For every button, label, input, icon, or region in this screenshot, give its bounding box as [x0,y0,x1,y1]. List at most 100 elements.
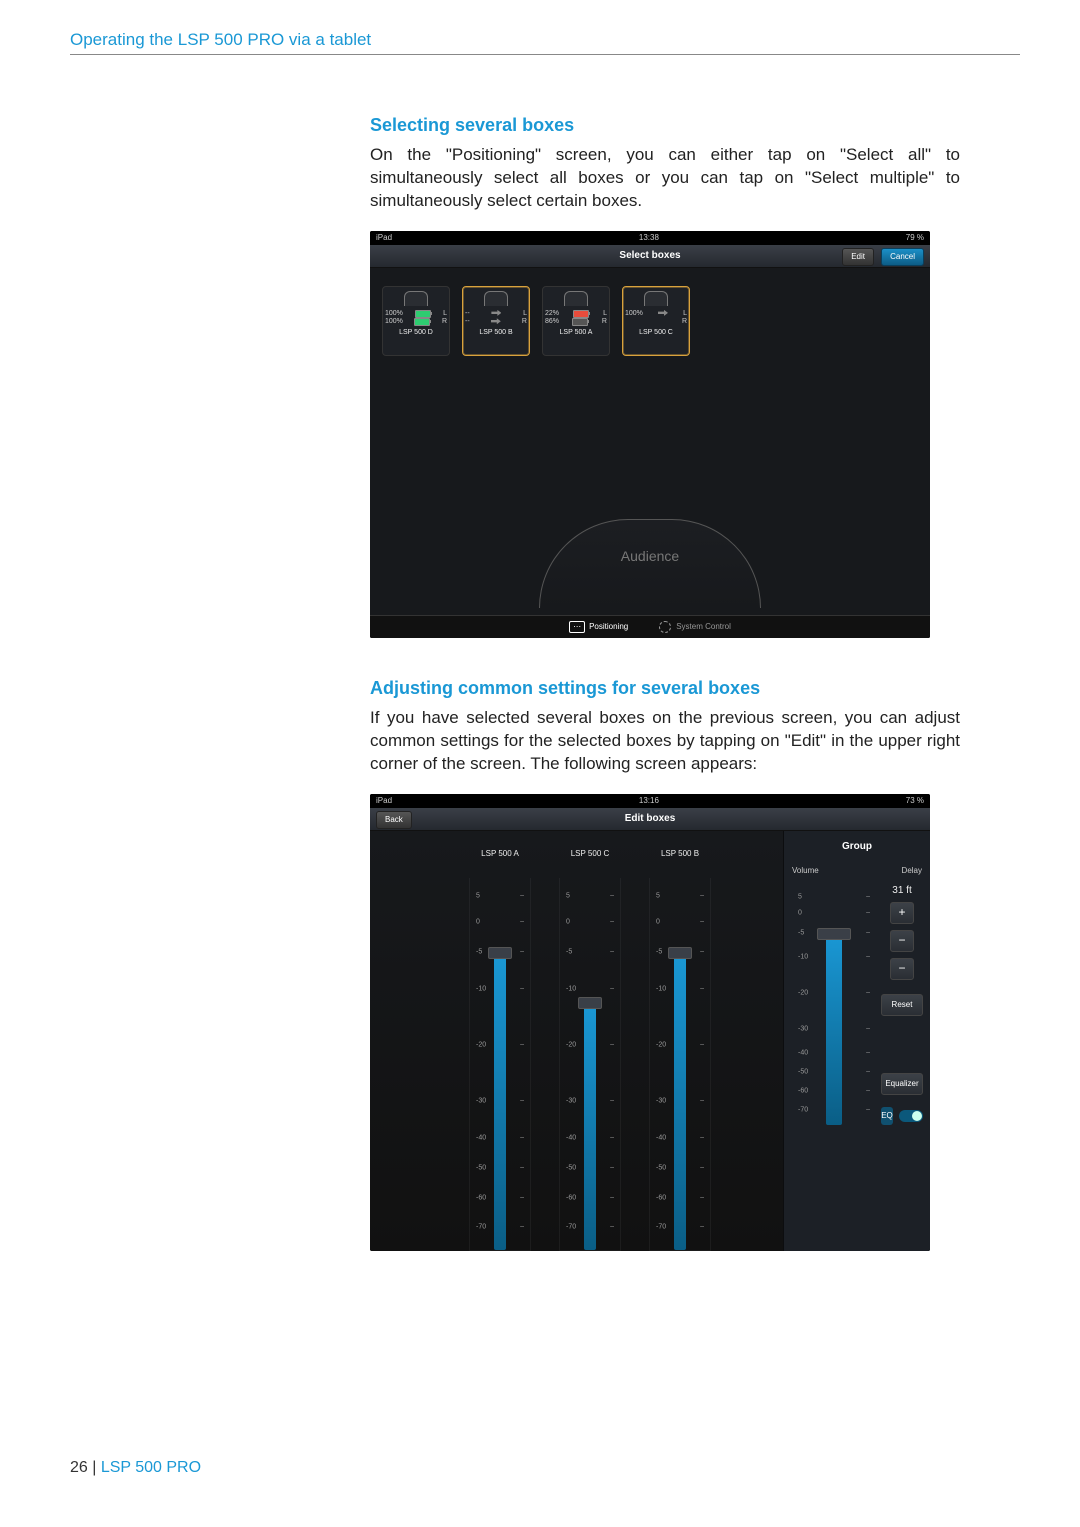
speaker-box-label: LSP 500 D [399,329,433,336]
scale-tick: 5 [566,893,570,900]
scale-tick-mark: – [610,1194,614,1201]
battery-icon [414,318,430,326]
fader-bar [826,933,843,1125]
battery-percent: -- [465,318,470,326]
scale-tick: -40 [798,1049,808,1056]
scale-tick: -70 [798,1107,808,1114]
plug-icon [491,310,501,316]
group-title: Group [842,841,872,852]
title-bar-2: Back Edit boxes [370,808,930,831]
scale-tick: -30 [656,1097,666,1104]
fader[interactable]: 5–0–-5–-10–-20–-30–-40–-50–-60–-70– [469,878,531,1251]
fader[interactable]: 5–0–-5–-10–-20–-30–-40–-50–-60–-70– [559,878,621,1251]
scale-tick: -20 [566,1042,576,1049]
equalizer-button[interactable]: Equalizer [881,1073,923,1095]
edit-button[interactable]: Edit [842,248,874,266]
scale-tick: -20 [476,1042,486,1049]
battery-icon [573,310,589,318]
delay-decrease-button[interactable]: − [890,958,914,980]
scale-tick: -5 [566,949,572,956]
scale-tick: -10 [656,986,666,993]
scale-tick-mark: – [520,1194,524,1201]
scale-tick-mark: – [866,1107,870,1114]
group-panel: Group Volume Delay 5–0–-5–-10–-20–-30–-4… [783,831,930,1251]
battery-percent: 100% [385,318,403,326]
eq-toggle[interactable] [899,1110,923,1122]
plug-icon [658,310,668,316]
scale-tick-mark: – [866,1068,870,1075]
reset-button[interactable]: Reset [881,994,923,1016]
footer-sep: | [88,1459,101,1476]
scale-tick-mark: – [866,893,870,900]
page-number: 26 [70,1459,88,1476]
battery-percent: 100% [385,310,403,318]
scale-tick-mark: – [610,1224,614,1231]
group-volume-label: Volume [792,866,819,875]
status-device: iPad [376,233,392,242]
battery-percent: -- [465,310,470,318]
gear-icon [658,622,672,632]
scale-tick-mark: – [610,986,614,993]
fader-name: LSP 500 C [571,849,610,858]
back-button[interactable]: Back [376,811,412,829]
battery-side: L [603,310,607,318]
tab-positioning[interactable]: ⋯ Positioning [569,621,628,633]
scale-tick-mark: – [700,1224,704,1231]
fader-knob[interactable] [578,997,602,1009]
page-header: Operating the LSP 500 PRO via a tablet [70,30,1020,55]
scale-tick-mark: – [520,986,524,993]
battery-side: L [443,310,447,318]
speaker-box[interactable]: --L--RLSP 500 B [462,286,530,356]
scale-tick: 0 [656,919,660,926]
speaker-box[interactable]: 100%L100%RLSP 500 D [382,286,450,356]
scale-tick-mark: – [610,893,614,900]
status-time-2: 13:16 [639,796,659,805]
delay-value-button[interactable]: − [890,930,914,952]
scale-tick: -70 [476,1224,486,1231]
speaker-box[interactable]: 100%LRLSP 500 C [622,286,690,356]
screenshot-select-boxes: iPad 13:38 79 % Select boxes Edit Cancel… [370,231,930,638]
status-time: 13:38 [639,233,659,242]
section1-title: Selecting several boxes [370,115,960,136]
speaker-icon [404,291,428,306]
battery-side: R [602,318,607,326]
scale-tick: -5 [798,929,804,936]
scale-tick-mark: – [700,919,704,926]
battery-percent: 100% [625,310,643,318]
cancel-button[interactable]: Cancel [881,248,924,266]
scale-tick-mark: – [866,1025,870,1032]
status-bar: iPad 13:38 79 % [370,231,930,245]
fader[interactable]: 5–0–-5–-10–-20–-30–-40–-50–-60–-70– [649,878,711,1251]
scale-tick-mark: – [520,1224,524,1231]
group-volume-fader[interactable]: 5–0–-5–-10–-20–-30–-40–-50–-60–-70– [792,885,876,1125]
speaker-icon [644,291,668,306]
scale-tick-mark: – [520,919,524,926]
fader-column: LSP 500 A5–0–-5–-10–-20–-30–-40–-50–-60–… [470,849,530,1251]
scale-tick-mark: – [866,1088,870,1095]
tab-system-control[interactable]: System Control [658,622,731,632]
scale-tick: -5 [656,949,662,956]
scale-tick-mark: – [610,1042,614,1049]
scale-tick: -30 [476,1097,486,1104]
delay-increase-button[interactable]: + [890,902,914,924]
battery-side: L [523,310,527,318]
fader-bar [584,1002,596,1250]
scale-tick-mark: – [610,1097,614,1104]
battery-percent: 22% [545,310,559,318]
plug-icon [491,318,501,324]
footer-product: LSP 500 PRO [101,1459,201,1476]
fader-knob[interactable] [488,947,512,959]
screenshot-edit-boxes: iPad 13:16 73 % Back Edit boxes LSP 500 … [370,794,930,1251]
scale-tick-mark: – [700,893,704,900]
section1-paragraph: On the "Positioning" screen, you can eit… [370,144,960,213]
speaker-box[interactable]: 22%L86%RLSP 500 A [542,286,610,356]
scale-tick: -50 [656,1164,666,1171]
fader-knob[interactable] [817,928,851,940]
fader-bar [674,952,686,1250]
scale-tick-mark: – [866,953,870,960]
fader-knob[interactable] [668,947,692,959]
scale-tick: 5 [476,893,480,900]
section2-title: Adjusting common settings for several bo… [370,678,960,699]
scale-tick: -70 [566,1224,576,1231]
scale-tick-mark: – [610,949,614,956]
